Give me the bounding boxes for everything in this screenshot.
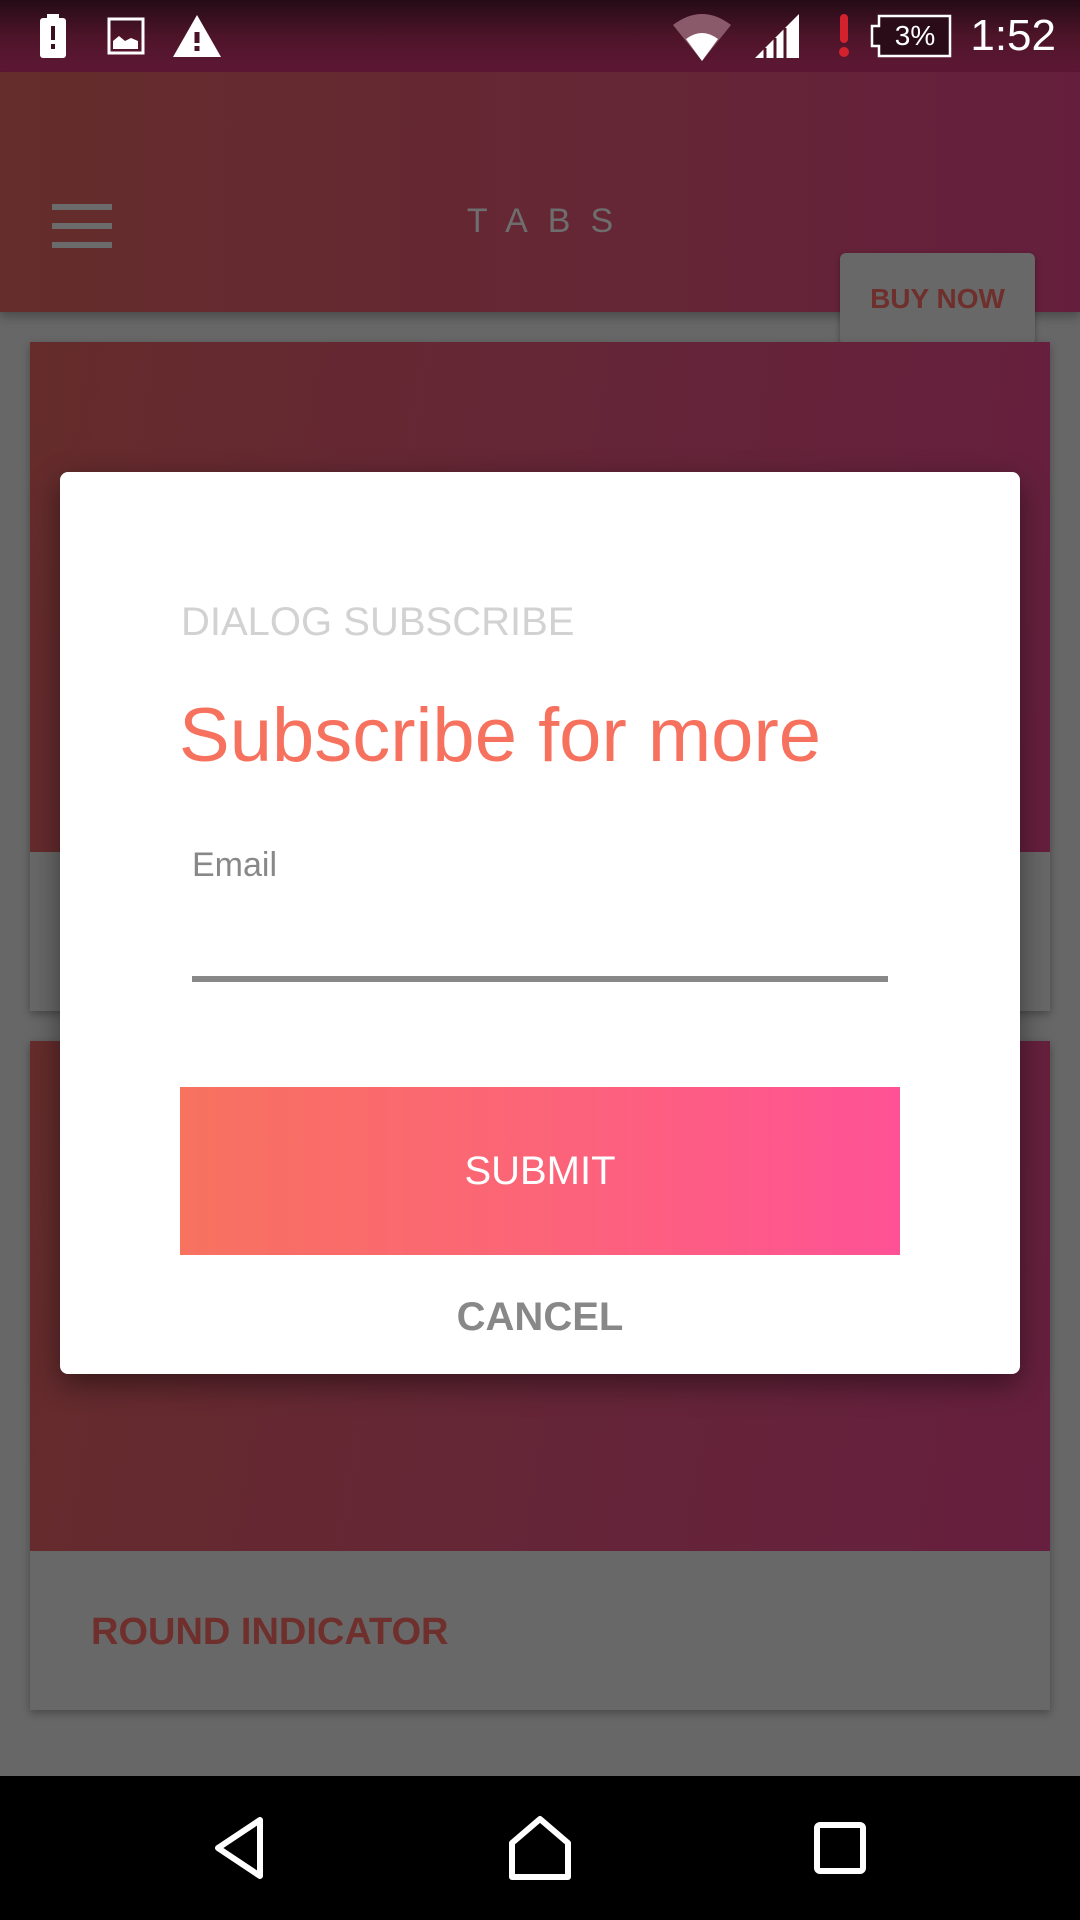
wifi-icon [672, 0, 732, 72]
home-icon[interactable] [460, 1776, 620, 1920]
app-title: TABS [466, 202, 634, 240]
battery-icon: 3% [870, 0, 952, 72]
battery-alert-icon [38, 0, 68, 72]
warning-icon [172, 0, 222, 72]
subscribe-dialog: DIALOG SUBSCRIBE Subscribe for more Emai… [60, 472, 1020, 1374]
recents-icon[interactable] [760, 1776, 920, 1920]
clock: 1:52 [970, 11, 1056, 60]
buy-now-button[interactable]: BUY NOW [840, 253, 1035, 345]
app-bar: TABS BUY NOW [0, 72, 1080, 345]
email-field[interactable] [192, 892, 888, 982]
email-label: Email [192, 846, 278, 884]
back-icon[interactable] [160, 1776, 320, 1920]
cell-signal-icon [754, 0, 800, 72]
alert-icon [834, 0, 854, 72]
status-bar: 3% 1:52 [0, 0, 1080, 72]
dialog-overline: DIALOG SUBSCRIBE [181, 600, 575, 644]
dialog-title: Subscribe for more [179, 693, 822, 778]
cancel-button[interactable]: CANCEL [390, 1282, 690, 1352]
submit-button[interactable]: SUBMIT [180, 1087, 900, 1255]
card-label-round-indicator: ROUND INDICATOR [91, 1611, 449, 1653]
navigation-bar [0, 1776, 1080, 1920]
battery-percent: 3% [894, 20, 936, 51]
image-icon [106, 0, 146, 72]
